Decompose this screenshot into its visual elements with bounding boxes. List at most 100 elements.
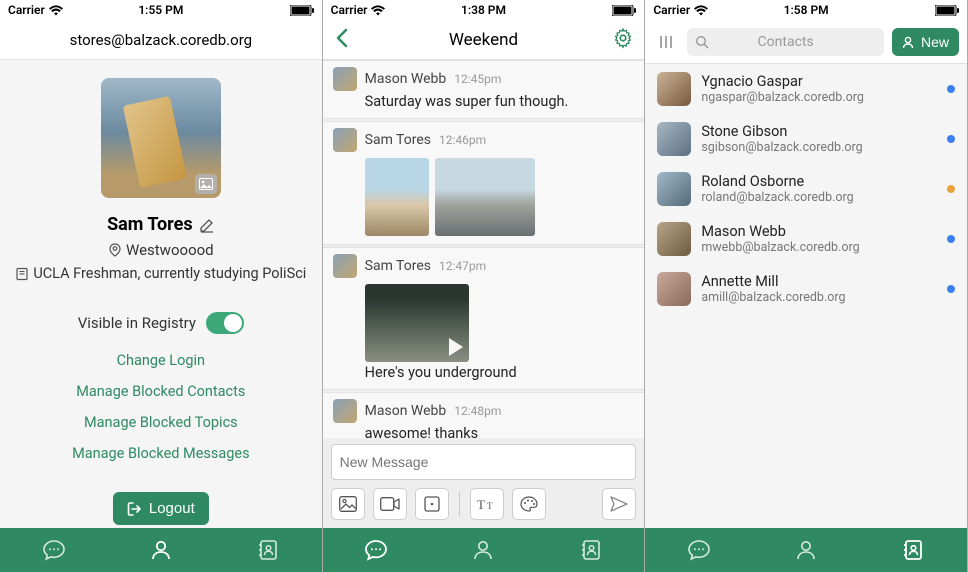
tab-profile[interactable] [786, 530, 826, 570]
message-text: Here's you underground [365, 364, 635, 381]
chat-title: Weekend [449, 30, 518, 50]
tab-contacts[interactable] [571, 530, 611, 570]
status-time: 1:38 PM [461, 3, 506, 17]
contact-info: Annette Millamill@balzack.coredb.org [701, 273, 937, 305]
tab-profile[interactable] [141, 530, 181, 570]
blocked-topics-link[interactable]: Manage Blocked Topics [84, 414, 238, 431]
chat-icon [42, 538, 66, 562]
profile-header: stores@balzack.coredb.org [0, 20, 322, 60]
status-bar: Carrier 1:38 PM [323, 0, 645, 20]
battery-icon [290, 5, 314, 16]
chat-body: Mason Webb 12:45pm Saturday was super fu… [323, 60, 645, 528]
video-attachment[interactable] [365, 284, 469, 362]
tab-bar [323, 528, 645, 572]
message-time: 12:48pm [454, 404, 501, 418]
contacts-header: Contacts New [645, 20, 967, 64]
blocked-messages-link[interactable]: Manage Blocked Messages [72, 445, 249, 462]
avatar [333, 128, 357, 152]
battery-icon [612, 5, 636, 16]
audio-icon [424, 496, 440, 512]
message-sender: Sam Tores [365, 258, 431, 274]
tab-contacts[interactable] [248, 530, 288, 570]
color-button[interactable] [512, 488, 546, 520]
addressbook-icon [256, 538, 280, 562]
contact-row[interactable]: Annette Millamill@balzack.coredb.org [645, 264, 967, 314]
screen-contacts: Carrier 1:58 PM Contacts New Ygnacio Gas… [645, 0, 968, 572]
tab-chat[interactable] [356, 530, 396, 570]
chat-header: Weekend [323, 20, 645, 60]
chat-icon [364, 538, 388, 562]
contact-row[interactable]: Stone Gibsonsgibson@balzack.coredb.org [645, 114, 967, 164]
book-icon [15, 267, 29, 281]
compose-area: TT [323, 438, 645, 528]
contact-row[interactable]: Ygnacio Gasparngaspar@balzack.coredb.org [645, 64, 967, 114]
contact-handle: mwebb@balzack.coredb.org [701, 240, 937, 255]
sort-icon [657, 34, 675, 50]
message-sender: Mason Webb [365, 403, 447, 419]
settings-button[interactable] [612, 27, 634, 53]
wifi-icon [49, 5, 63, 16]
change-login-link[interactable]: Change Login [117, 352, 206, 369]
tab-chat[interactable] [679, 530, 719, 570]
contacts-list[interactable]: Ygnacio Gasparngaspar@balzack.coredb.org… [645, 64, 967, 528]
logout-label: Logout [149, 500, 195, 517]
message[interactable]: Mason Webb 12:48pm awesome! thanks [323, 392, 645, 438]
addressbook-icon [901, 538, 925, 562]
status-time: 1:55 PM [138, 3, 183, 17]
send-icon [610, 496, 628, 512]
attach-audio-button[interactable] [415, 488, 449, 520]
tab-chat[interactable] [34, 530, 74, 570]
contact-name: Roland Osborne [701, 173, 937, 190]
attach-image-button[interactable] [331, 488, 365, 520]
avatar [657, 172, 691, 206]
new-contact-button[interactable]: New [892, 28, 959, 56]
search-input[interactable]: Contacts [687, 28, 884, 56]
change-photo-button[interactable] [195, 174, 217, 194]
avatar [333, 67, 357, 91]
status-dot [947, 285, 955, 293]
image-attachment[interactable] [365, 158, 429, 236]
carrier-label: Carrier [8, 3, 45, 17]
search-placeholder: Contacts [758, 34, 814, 50]
wifi-icon [694, 5, 708, 16]
attach-video-button[interactable] [373, 488, 407, 520]
profile-body: Sam Tores Westwooood UCLA Freshman, curr… [0, 60, 322, 528]
message-input[interactable] [331, 444, 637, 480]
profile-bio: UCLA Freshman, currently studying PoliSc… [33, 265, 306, 282]
screen-chat: Carrier 1:38 PM Weekend Mason Webb 12:45… [323, 0, 646, 572]
message[interactable]: Sam Tores 12:46pm [323, 121, 645, 245]
search-icon [695, 35, 709, 49]
send-button[interactable] [602, 488, 636, 520]
avatar [333, 254, 357, 278]
message-list[interactable]: Mason Webb 12:45pm Saturday was super fu… [323, 60, 645, 438]
message[interactable]: Mason Webb 12:45pm Saturday was super fu… [323, 60, 645, 119]
contact-row[interactable]: Roland Osborneroland@balzack.coredb.org [645, 164, 967, 214]
image-attachment[interactable] [435, 158, 535, 236]
addressbook-icon [579, 538, 603, 562]
back-button[interactable] [333, 27, 351, 53]
tab-profile[interactable] [463, 530, 503, 570]
sort-button[interactable] [653, 34, 679, 50]
svg-text:T: T [477, 497, 485, 511]
message[interactable]: Sam Tores 12:47pm Here's you underground [323, 247, 645, 390]
contact-info: Mason Webbmwebb@balzack.coredb.org [701, 223, 937, 255]
registry-toggle[interactable] [206, 312, 244, 334]
profile-name: Sam Tores [107, 214, 193, 235]
new-label: New [921, 34, 949, 50]
edit-icon[interactable] [199, 217, 215, 233]
profile-avatar[interactable] [101, 78, 221, 198]
status-time: 1:58 PM [784, 3, 829, 17]
format-text-button[interactable]: TT [470, 488, 504, 520]
video-icon [380, 497, 400, 511]
contact-handle: ngaspar@balzack.coredb.org [701, 90, 937, 105]
person-icon [149, 538, 173, 562]
tab-contacts[interactable] [893, 530, 933, 570]
tab-bar [645, 528, 967, 572]
message-sender: Mason Webb [365, 71, 447, 87]
blocked-contacts-link[interactable]: Manage Blocked Contacts [76, 383, 245, 400]
contact-name: Ygnacio Gaspar [701, 73, 937, 90]
contact-row[interactable]: Mason Webbmwebb@balzack.coredb.org [645, 214, 967, 264]
status-bar: Carrier 1:58 PM [645, 0, 967, 20]
logout-button[interactable]: Logout [113, 492, 209, 525]
location-icon [108, 243, 122, 257]
